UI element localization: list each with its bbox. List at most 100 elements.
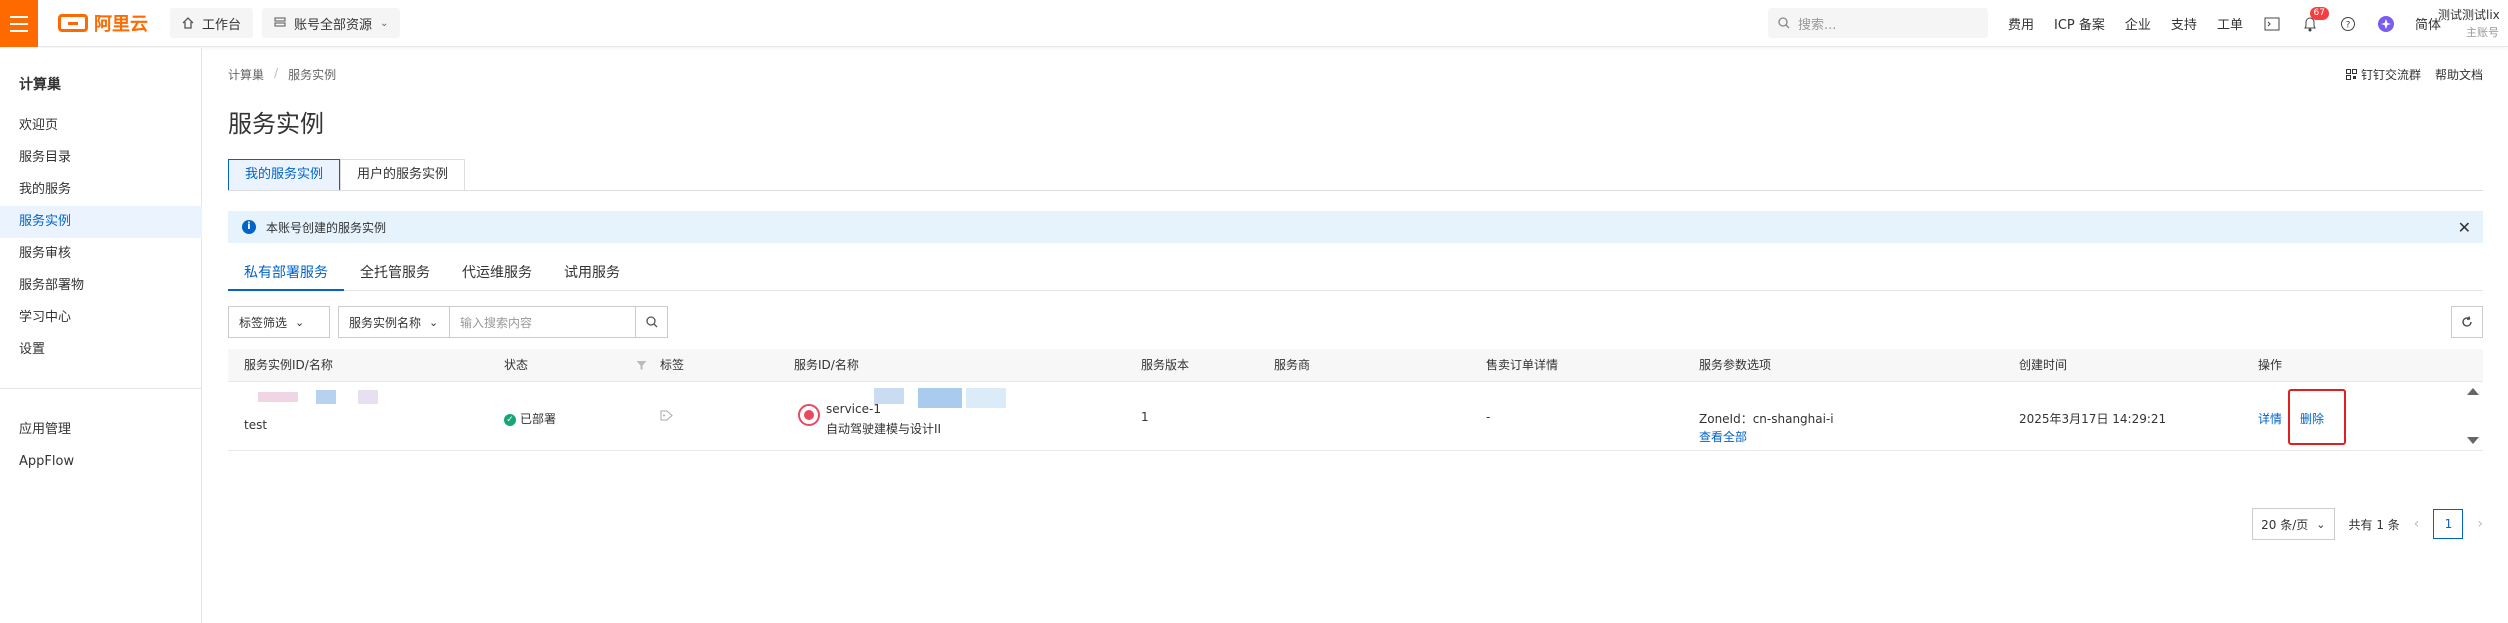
dingtalk-group-link[interactable]: 钉钉交流群 [2345,66,2421,83]
tab-user-instances[interactable]: 用户的服务实例 [340,159,466,191]
help-icon[interactable]: ? [2339,15,2357,33]
user-account-menu[interactable]: 测试测试lix 主账号 [2438,6,2508,42]
breadcrumb-current: 服务实例 [288,68,337,82]
sidebar-title: 计算巢 [19,77,61,93]
link-ticket[interactable]: 工单 [2217,14,2243,33]
refresh-button[interactable] [2451,306,2483,338]
qrcode-icon [2345,69,2357,80]
col-tags: 标签 [660,358,685,372]
instance-search-input[interactable]: 输入搜索内容 [450,306,636,338]
user-name: 测试测试lix [2438,8,2500,22]
redacted-service-id [874,388,904,404]
link-billing[interactable]: 费用 [2008,14,2034,33]
global-search-placeholder: 搜索... [1798,17,1837,33]
filter-bar: 标签筛选 ⌄ 服务实例名称 ⌄ 输入搜索内容 [228,306,668,338]
chevron-down-icon: ⌄ [380,17,389,29]
page-title: 服务实例 [228,110,324,138]
col-actions: 操作 [2258,358,2283,372]
pagination: 20 条/页 ⌄ 共有 1 条 ‹ 1 › [2252,508,2483,540]
sidebar-item-artifacts[interactable]: 服务部署物 [0,270,202,302]
filter-icon[interactable] [636,349,647,382]
sidebar-item-service-instances[interactable]: 服务实例 [0,206,202,238]
order-details: - [1486,410,1491,424]
info-alert: i 本账号创建的服务实例 ✕ [228,211,2483,243]
dingtalk-group-label: 钉钉交流群 [2360,68,2421,82]
deployment-type-tabs: 私有部署服务 全托管服务 代运维服务 试用服务 [228,258,2483,291]
redacted-instance-id [358,390,378,404]
sidebar-item-app-management[interactable]: 应用管理 [0,414,202,446]
sidebar-divider [0,388,202,389]
page-size-select[interactable]: 20 条/页 ⌄ [2252,508,2335,540]
col-order: 售卖订单详情 [1486,358,1559,372]
subtab-ops[interactable]: 代运维服务 [446,258,548,291]
breadcrumb-root[interactable]: 计算巢 [228,66,264,83]
scroll-up-arrow-icon[interactable] [2467,388,2479,395]
terminal-icon[interactable] [2263,15,2281,33]
user-role: 主账号 [2466,26,2499,39]
search-button[interactable] [636,306,668,338]
bell-icon[interactable]: 67 [2301,6,2329,33]
hamburger-menu-button[interactable] [0,0,38,47]
logo-mark-icon [58,14,88,32]
next-page-icon[interactable]: › [2477,516,2483,532]
service-logo-icon [798,404,820,426]
subtab-managed[interactable]: 全托管服务 [344,258,446,291]
subtab-trial[interactable]: 试用服务 [548,258,636,291]
sidebar-item-welcome[interactable]: 欢迎页 [0,110,202,142]
logo-text: 阿里云 [94,14,148,35]
tab-my-instances[interactable]: 我的服务实例 [228,159,341,191]
service-version: 1 [1141,410,1149,424]
page-number-current[interactable]: 1 [2433,509,2464,539]
instance-search-placeholder: 输入搜索内容 [460,315,533,330]
link-support[interactable]: 支持 [2171,14,2197,33]
view-all-params-link[interactable]: 查看全部 [1699,428,1747,445]
col-instance-id: 服务实例ID/名称 [244,358,333,372]
subtab-private[interactable]: 私有部署服务 [228,258,344,291]
col-provider: 服务商 [1274,358,1311,372]
sidebar-item-learning[interactable]: 学习中心 [0,302,202,334]
col-service-id: 服务ID/名称 [794,358,859,372]
link-enterprise[interactable]: 企业 [2125,14,2151,33]
refresh-icon [2462,316,2472,327]
sidebar-item-settings[interactable]: 设置 [0,334,202,366]
status-badge: ✓ 已部署 [504,410,556,427]
instances-table: 服务实例ID/名称 状态 标签 服务ID/名称 服务版本 服务商 售卖订单详情 … [228,349,2483,451]
aliyun-logo[interactable]: 阿里云 [58,12,148,35]
search-field-select[interactable]: 服务实例名称 ⌄ [338,306,450,338]
chevron-down-icon: ⌄ [429,315,439,329]
check-circle-icon: ✓ [504,413,516,426]
breadcrumb: 计算巢 / 服务实例 [228,66,336,83]
table-header: 服务实例ID/名称 状态 标签 服务ID/名称 服务版本 服务商 售卖订单详情 … [228,349,2483,382]
chevron-down-icon: ⌄ [295,315,305,329]
sidebar-item-my-services[interactable]: 我的服务 [0,174,202,206]
detail-link[interactable]: 详情 [2258,410,2282,427]
chevron-down-icon: ⌄ [2316,517,2326,531]
home-icon [182,17,194,29]
tag-icon[interactable] [660,410,673,424]
resource-scope-label: 账号全部资源 [294,17,373,33]
col-status: 状态 [504,358,529,372]
workbench-button[interactable]: 工作台 [170,8,254,38]
redacted-service-id [966,388,1006,408]
sidebar-item-service-review[interactable]: 服务审核 [0,238,202,270]
help-docs-link[interactable]: 帮助文档 [2435,66,2483,83]
prev-page-icon[interactable]: ‹ [2414,516,2420,532]
sidebar-item-service-catalog[interactable]: 服务目录 [0,142,202,174]
scroll-down-arrow-icon[interactable] [2467,437,2479,444]
search-field-label: 服务实例名称 [349,315,422,330]
total-count: 共有 1 条 [2348,517,2400,532]
tag-filter-dropdown[interactable]: 标签筛选 ⌄ [228,306,330,338]
close-icon[interactable]: ✕ [2458,218,2471,237]
service-id[interactable]: service-1 [826,402,881,416]
link-icp[interactable]: ICP 备案 [2054,14,2105,33]
top-links: 费用 ICP 备案 企业 支持 工单 67 ? 简体 [2008,0,2441,47]
global-search-input[interactable]: 搜索... [1768,8,1988,38]
sidebar-item-appflow[interactable]: AppFlow [0,446,202,478]
breadcrumb-separator: / [274,66,279,80]
search-icon [1778,17,1790,29]
resource-scope-dropdown[interactable]: 账号全部资源 ⌄ [262,8,401,38]
instance-name[interactable]: test [244,418,267,432]
resource-group-icon [274,17,286,27]
ai-assistant-icon[interactable] [2377,15,2395,33]
col-version: 服务版本 [1141,358,1190,372]
